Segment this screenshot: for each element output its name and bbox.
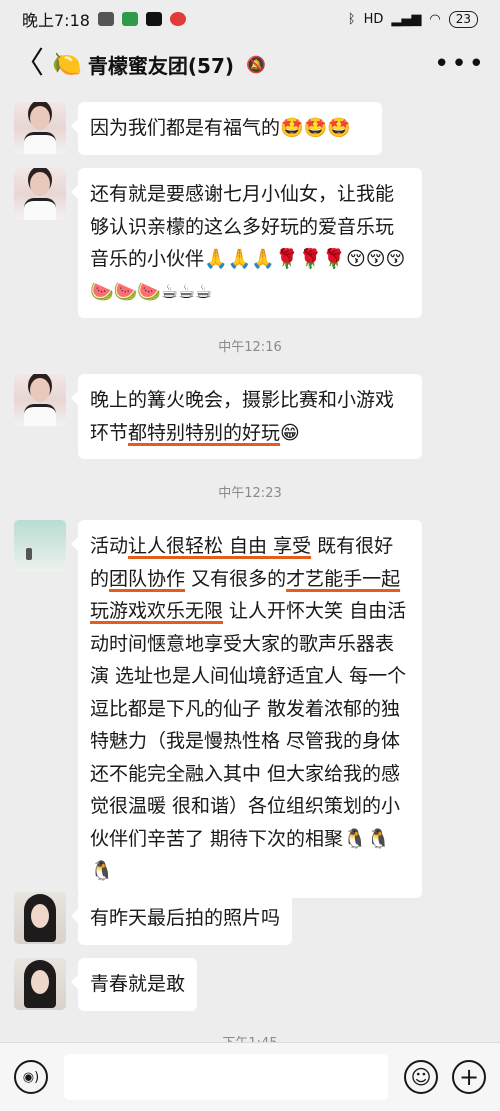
input-bar: ◉) ☺ + [0,1042,500,1111]
message-text: 让人开怀大笑 自由活动时间惬意地享受大家的歌声乐器表演 选址也是人间仙境舒适宜人… [90,600,407,882]
message-bubble[interactable]: 有昨天最后拍的照片吗 [70,892,293,945]
message-bubble[interactable]: 青春就是敢 [70,958,198,1011]
avatar[interactable] [14,520,66,572]
tiktok-notification-icon [145,12,162,26]
message-bubble[interactable]: 活动让人很轻松 自由 享受 既有很好的团队协作 又有很多的才艺能手一起玩游戏欢乐… [71,520,422,898]
message-row: 晚上的篝火晚会，摄影比赛和小游戏环节都特别特别的好玩😁 [14,374,422,459]
underlined-text: 都特别特别的好玩 [128,421,281,444]
wifi-icon: ◠ [429,11,441,27]
message-row: 青春就是敢 [14,958,198,1011]
bluetooth-icon: ᛒ [347,11,356,27]
chat-title: 青檬蜜友团(57) [87,53,235,78]
timestamp: 中午12:16 [218,340,282,355]
avatar[interactable] [14,958,66,1010]
message-emoji: 😁 [280,421,300,444]
emoji-icon: ☺ [410,1065,432,1089]
signal-label: HD [363,11,384,27]
more-options-button[interactable]: ••• [434,49,486,79]
cell-signal-icon: ▂▄▆ [391,11,422,27]
underlined-text: 让人很轻松 自由 享受 [128,535,312,557]
emoji-button[interactable]: ☺ [404,1060,438,1094]
timestamp: 中午12:23 [218,486,282,501]
message-notification-icon [97,12,114,26]
message-bubble[interactable]: 还有就是要感谢七月小仙女，让我能够认识亲檬的这么多好玩的爱音乐玩音乐的小伙伴🙏🙏… [71,168,422,318]
chat-header: 〈 🍋 青檬蜜友团(57) 🔕 ••• [0,38,500,90]
message-text: 因为我们都是有福气的🤩🤩🤩 [90,117,351,139]
message-input[interactable] [64,1054,388,1100]
plus-icon: + [458,1063,480,1091]
message-row: 因为我们都是有福气的🤩🤩🤩 [14,102,382,155]
message-row: 有昨天最后拍的照片吗 [14,892,293,945]
message-text: 青春就是敢 [90,973,186,995]
weibo-notification-icon [169,12,186,26]
underlined-text: 团队协作 [109,567,186,590]
message-row: 还有就是要感谢七月小仙女，让我能够认识亲檬的这么多好玩的爱音乐玩音乐的小伙伴🙏🙏… [14,168,422,318]
message-list[interactable]: 因为我们都是有福气的🤩🤩🤩 还有就是要感谢七月小仙女，让我能够认识亲檬的这么多好… [0,92,500,1042]
lemon-icon: 🍋 [52,50,82,78]
more-functions-button[interactable]: + [452,1060,486,1094]
message-bubble[interactable]: 因为我们都是有福气的🤩🤩🤩 [71,102,382,155]
status-bar: 晚上7:18 ᛒ HD ▂▄▆ ◠ 23 [0,0,500,38]
wechat-notification-icon [121,12,138,26]
avatar[interactable] [14,892,66,944]
back-button[interactable]: 〈 [14,49,44,79]
voice-icon: ◉) [22,1069,40,1085]
battery-indicator: 23 [448,10,478,28]
avatar[interactable] [14,168,66,220]
message-text: 还有就是要感谢七月小仙女，让我能够认识亲檬的这么多好玩的爱音乐玩音乐的小伙伴🙏🙏… [90,183,406,303]
avatar[interactable] [14,102,66,154]
message-row: 活动让人很轻松 自由 享受 既有很好的团队协作 又有很多的才艺能手一起玩游戏欢乐… [14,520,422,898]
message-text: 有昨天最后拍的照片吗 [90,907,281,929]
message-text: 活动 [90,535,129,557]
mute-icon: 🔕 [246,54,266,74]
timestamp: 下午1:45 [0,1032,500,1042]
message-text: 又有很多的 [185,567,287,590]
clock: 晚上7:18 [22,11,90,30]
avatar[interactable] [14,374,66,426]
voice-input-button[interactable]: ◉) [14,1060,48,1094]
message-bubble[interactable]: 晚上的篝火晚会，摄影比赛和小游戏环节都特别特别的好玩😁 [71,374,422,459]
